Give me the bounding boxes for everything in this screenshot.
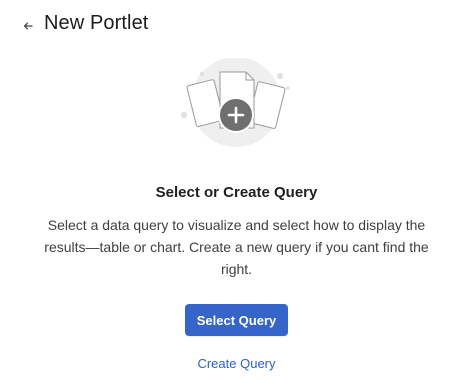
add-document-illustration [176,57,296,150]
page-title: New Portlet [44,12,149,34]
back-button[interactable] [18,16,38,36]
page-header: New Portlet [0,0,473,52]
empty-state-heading: Select or Create Query [155,184,318,201]
create-query-link[interactable]: Create Query [0,356,473,371]
empty-state-description: Select a data query to visualize and sel… [44,217,429,277]
select-query-button[interactable]: Select Query [185,304,288,336]
arrow-left-icon [23,22,33,30]
